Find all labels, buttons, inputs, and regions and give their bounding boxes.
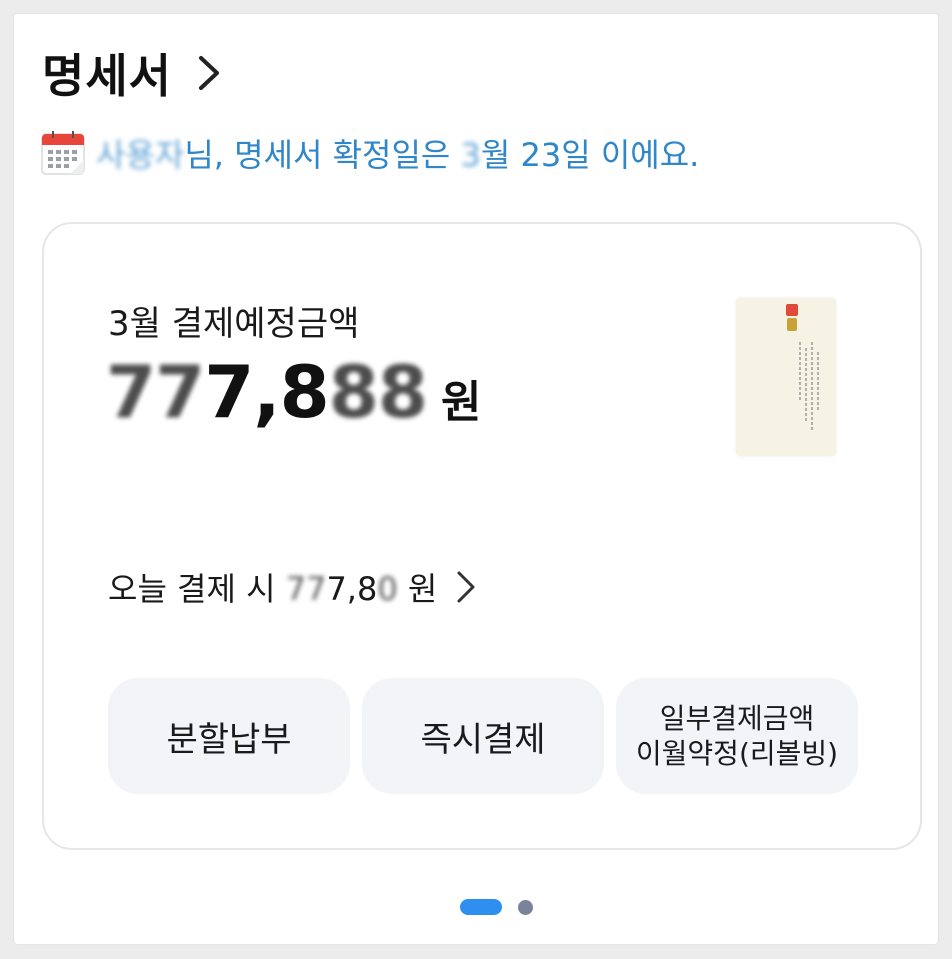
calendar-icon [41,131,85,175]
masked-today-suffix: 0 [377,570,398,608]
notice-text-end: 월 23일 이에요. [480,136,700,174]
card-chip-icon [786,304,798,331]
revolving-label-line2: 이월약정(리볼빙) [635,737,839,770]
masked-month: 3 [460,136,481,174]
statement-header[interactable]: 명세서 [42,40,222,106]
masked-today-prefix: 77 [285,570,327,608]
due-amount-label: 3월 결제예정금액 [108,304,360,344]
chevron-right-icon [198,56,219,90]
masked-amount-prefix: 77 [106,350,205,434]
installment-button[interactable]: 분할납부 [108,678,350,794]
due-amount-value: 777,888 [106,350,428,434]
statement-panel: 명세서 사용자님, 명세서 확정일은 3월 23일 이에요. 3월 결제예정금액… [14,14,938,944]
amount-unit: 원 [440,377,482,428]
action-buttons: 분할납부 즉시결제 일부결제금액 이월약정(리볼빙) [108,678,858,794]
page-dot-active[interactable] [460,899,502,915]
due-amount: 777,888 원 [106,350,481,434]
today-prefix: 오늘 결제 시 [108,570,286,608]
page-title: 명세서 [42,49,172,103]
credit-card-image [736,298,836,456]
notice-text-mid: 님, 명세서 확정일은 [184,136,461,174]
instant-pay-button[interactable]: 즉시결제 [362,678,604,794]
today-visible: 7,8 [326,570,378,608]
card-text-icon [799,342,819,432]
today-unit: 원 [397,570,438,608]
payment-card: 3월 결제예정금액 777,888 원 오늘 결제 시 777,80 원 분할납… [42,222,922,850]
pagination-dots [460,899,533,915]
masked-amount-suffix: 88 [328,350,428,434]
today-payment-text: 오늘 결제 시 777,80 원 [108,564,437,610]
amount-visible: 7,8 [204,350,330,434]
revolving-label-line1: 일부결제금액 [659,702,815,735]
statement-notice: 사용자님, 명세서 확정일은 3월 23일 이에요. [40,130,699,176]
revolving-label: 일부결제금액 이월약정(리볼빙) [636,701,838,771]
instant-pay-label: 즉시결제 [420,719,546,760]
page-dot[interactable] [518,899,533,915]
chevron-right-icon [457,571,475,603]
revolving-button[interactable]: 일부결제금액 이월약정(리볼빙) [616,678,858,794]
installment-label: 분할납부 [166,719,292,760]
today-payment-link[interactable]: 오늘 결제 시 777,80 원 [108,564,477,610]
masked-user-name: 사용자 [96,136,185,174]
notice-text: 사용자님, 명세서 확정일은 3월 23일 이에요. [96,130,699,176]
